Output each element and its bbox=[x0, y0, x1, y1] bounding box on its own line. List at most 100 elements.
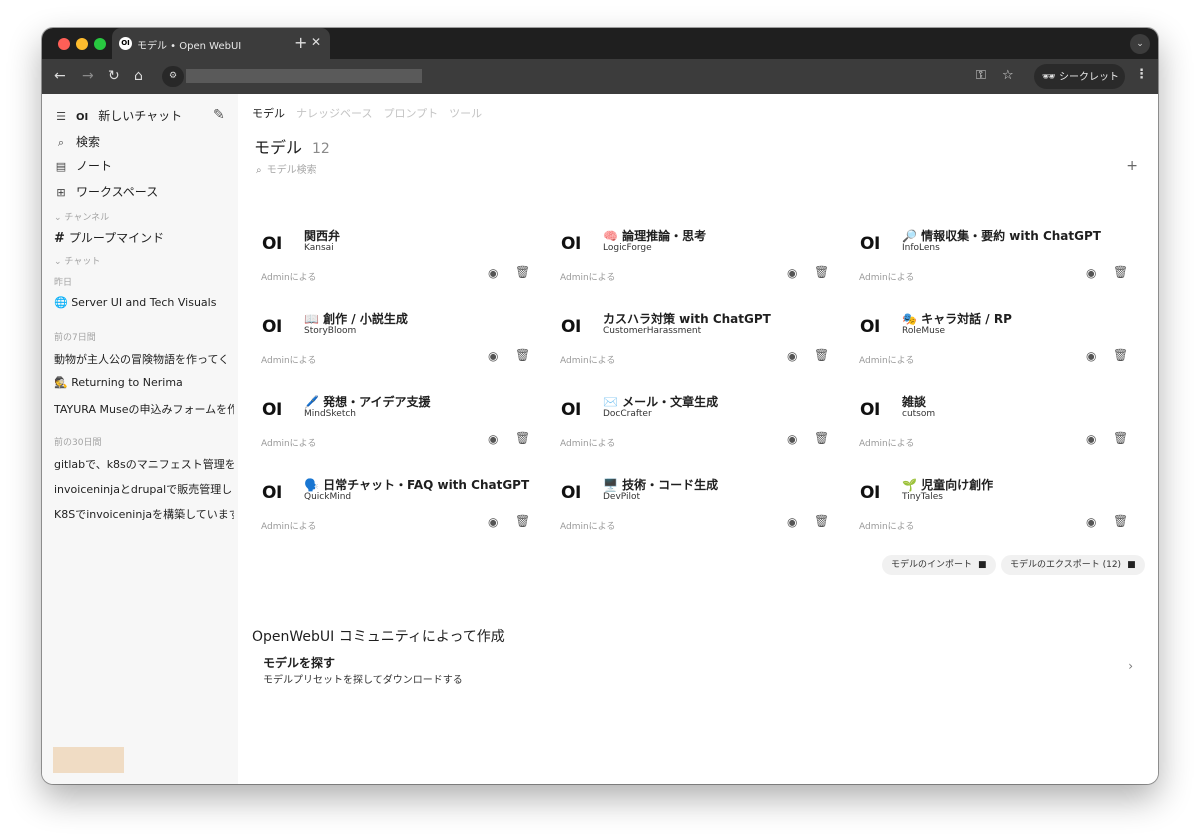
community-section-title: OpenWebUI コミュニティによって作成 bbox=[252, 629, 505, 645]
model-logo-icon: OI bbox=[561, 234, 581, 254]
eye-icon[interactable]: ◉ bbox=[1086, 432, 1096, 446]
model-name: 🔎 情報収集・要約 with ChatGPT bbox=[902, 229, 1101, 243]
trash-icon[interactable]: 🗑 bbox=[515, 265, 530, 279]
close-window-button[interactable] bbox=[58, 38, 70, 50]
eye-icon[interactable]: ◉ bbox=[488, 266, 498, 280]
sidebar-item-notes[interactable]: ▤ ノート bbox=[54, 157, 112, 174]
model-logo-icon: OI bbox=[860, 400, 880, 420]
user-avatar[interactable] bbox=[53, 747, 124, 773]
file-icon: ■ bbox=[1127, 560, 1136, 570]
sidebar-item-label: 検索 bbox=[76, 135, 101, 149]
model-card[interactable]: OI 🌱 児童向け創作 TinyTales Adminによる ◉ 🗑 bbox=[850, 470, 1136, 540]
chat-list-item[interactable]: 動物が主人公の冒険物語を作ってく bbox=[54, 351, 234, 367]
close-tab-icon[interactable]: ✕ bbox=[311, 35, 321, 49]
forward-icon[interactable]: → bbox=[82, 68, 94, 84]
model-name: 🖊️ 発想・アイデア支援 bbox=[304, 395, 431, 409]
model-logo-icon: OI bbox=[561, 400, 581, 420]
model-name: 📖 創作 / 小説生成 bbox=[304, 312, 408, 326]
trash-icon[interactable]: 🗑 bbox=[515, 348, 530, 362]
tab-models[interactable]: モデル bbox=[252, 107, 285, 120]
incognito-button[interactable]: 🕶 シークレット bbox=[1034, 64, 1125, 89]
eye-icon[interactable]: ◉ bbox=[488, 349, 498, 363]
model-card[interactable]: OI 🔎 情報収集・要約 with ChatGPT InfoLens Admin… bbox=[850, 221, 1136, 291]
reload-icon[interactable]: ↻ bbox=[108, 68, 120, 84]
home-icon[interactable]: ⌂ bbox=[134, 68, 143, 84]
key-icon[interactable]: ⚿ bbox=[976, 68, 986, 83]
eye-icon[interactable]: ◉ bbox=[787, 349, 797, 363]
back-icon[interactable]: ← bbox=[54, 68, 66, 84]
new-tab-icon[interactable]: + bbox=[294, 33, 307, 52]
model-card[interactable]: OI 🖊️ 発想・アイデア支援 MindSketch Adminによる ◉ 🗑 bbox=[252, 387, 538, 457]
channel-item[interactable]: # プループマインド bbox=[54, 229, 164, 246]
chat-group-label: 前の7日間 bbox=[54, 333, 96, 343]
tab-knowledge[interactable]: ナレッジベース bbox=[296, 107, 372, 120]
model-card[interactable]: OI 🎭 キャラ対話 / RP RoleMuse Adminによる ◉ 🗑 bbox=[850, 304, 1136, 374]
tab-prompts[interactable]: プロンプト bbox=[383, 107, 438, 120]
import-models-button[interactable]: モデルのインポート ■ bbox=[882, 555, 996, 575]
compose-icon[interactable]: ✎ bbox=[213, 107, 225, 123]
trash-icon[interactable]: 🗑 bbox=[814, 265, 829, 279]
trash-icon[interactable]: 🗑 bbox=[1113, 431, 1128, 445]
new-chat-label: 新しいチャット bbox=[98, 109, 183, 123]
chat-list-item[interactable]: gitlabで、k8sのマニフェスト管理を bbox=[54, 456, 234, 472]
sidebar-item-workspace[interactable]: ⊞ ワークスペース bbox=[54, 183, 158, 200]
chat-list-item[interactable]: K8Sでinvoiceninjaを構築しています bbox=[54, 506, 234, 522]
bookmark-star-icon[interactable]: ☆ bbox=[1002, 68, 1014, 83]
model-id: cutsom bbox=[902, 409, 936, 419]
add-model-button[interactable]: + bbox=[1126, 158, 1138, 174]
chat-list-item[interactable]: invoiceninjaとdrupalで販売管理しま bbox=[54, 481, 234, 497]
export-models-button[interactable]: モデルのエクスポート (12) ■ bbox=[1001, 555, 1145, 575]
model-name: 🗣️ 日常チャット・FAQ with ChatGPT bbox=[304, 478, 530, 492]
model-author: Adminによる bbox=[859, 439, 915, 449]
eye-icon[interactable]: ◉ bbox=[787, 515, 797, 529]
sidebar-new-chat[interactable]: ☰ OI 新しいチャット bbox=[54, 107, 182, 124]
model-card[interactable]: OI 🧠 論理推論・思考 LogicForge Adminによる ◉ 🗑 bbox=[551, 221, 837, 291]
eye-icon[interactable]: ◉ bbox=[1086, 515, 1096, 529]
model-card[interactable]: OI 雑談 cutsom Adminによる ◉ 🗑 bbox=[850, 387, 1136, 457]
trash-icon[interactable]: 🗑 bbox=[515, 431, 530, 445]
minimize-window-button[interactable] bbox=[76, 38, 88, 50]
model-author: Adminによる bbox=[859, 356, 915, 366]
eye-icon[interactable]: ◉ bbox=[787, 266, 797, 280]
chevron-right-icon[interactable]: › bbox=[1128, 659, 1133, 673]
model-card[interactable]: OI ✉️ メール・文章生成 DocCrafter Adminによる ◉ 🗑 bbox=[551, 387, 837, 457]
eye-icon[interactable]: ◉ bbox=[488, 432, 498, 446]
chats-section-toggle[interactable]: ⌄ チャット bbox=[54, 254, 100, 267]
trash-icon[interactable]: 🗑 bbox=[814, 431, 829, 445]
model-card[interactable]: OI 関西弁 Kansai Adminによる ◉ 🗑 bbox=[252, 221, 538, 291]
eye-icon[interactable]: ◉ bbox=[1086, 266, 1096, 280]
tab-tools[interactable]: ツール bbox=[449, 107, 482, 120]
eye-icon[interactable]: ◉ bbox=[787, 432, 797, 446]
chat-list-item[interactable]: TAYURA Museの申込みフォームを作 bbox=[54, 401, 234, 417]
chat-list-item[interactable]: 🕵️ Returning to Nerima bbox=[54, 376, 234, 389]
channels-section-toggle[interactable]: ⌄ チャンネル bbox=[54, 210, 109, 223]
model-card[interactable]: OI 🖥️ 技術・コード生成 DevPilot Adminによる ◉ 🗑 bbox=[551, 470, 837, 540]
trash-icon[interactable]: 🗑 bbox=[1113, 348, 1128, 362]
tab-search-icon[interactable]: ⌄ bbox=[1130, 34, 1150, 54]
grid-icon: ⊞ bbox=[56, 186, 66, 199]
model-search-input[interactable]: ⌕ モデル検索 bbox=[256, 161, 317, 176]
eye-icon[interactable]: ◉ bbox=[488, 515, 498, 529]
model-author: Adminによる bbox=[560, 356, 616, 366]
eye-icon[interactable]: ◉ bbox=[1086, 349, 1096, 363]
maximize-window-button[interactable] bbox=[94, 38, 106, 50]
browser-menu-icon[interactable]: ⋮ bbox=[1135, 67, 1148, 82]
chevron-down-icon: ⌄ bbox=[54, 213, 65, 223]
search-placeholder: モデル検索 bbox=[266, 165, 317, 176]
trash-icon[interactable]: 🗑 bbox=[814, 514, 829, 528]
model-card[interactable]: OI 📖 創作 / 小説生成 StoryBloom Adminによる ◉ 🗑 bbox=[252, 304, 538, 374]
sidebar-toggle-icon[interactable]: ☰ bbox=[54, 110, 68, 123]
trash-icon[interactable]: 🗑 bbox=[1113, 265, 1128, 279]
model-card[interactable]: OI カスハラ対策 with ChatGPT CustomerHarassmen… bbox=[551, 304, 837, 374]
browser-window: OI モデル • Open WebUI ✕ + ⌄ ← → ↻ ⌂ ⚙ ⚿ ☆ … bbox=[42, 28, 1158, 784]
model-card[interactable]: OI 🗣️ 日常チャット・FAQ with ChatGPT QuickMind … bbox=[252, 470, 538, 540]
sidebar-item-search[interactable]: ⌕ 検索 bbox=[54, 133, 100, 150]
trash-icon[interactable]: 🗑 bbox=[814, 348, 829, 362]
trash-icon[interactable]: 🗑 bbox=[515, 514, 530, 528]
tab-title: モデル • Open WebUI bbox=[137, 41, 242, 52]
chat-list-item[interactable]: 🌐 Server UI and Tech Visuals bbox=[54, 296, 234, 309]
site-settings-icon[interactable]: ⚙ bbox=[162, 66, 184, 87]
address-bar[interactable] bbox=[186, 69, 422, 83]
trash-icon[interactable]: 🗑 bbox=[1113, 514, 1128, 528]
explore-models-link[interactable]: モデルを探す bbox=[263, 654, 335, 671]
